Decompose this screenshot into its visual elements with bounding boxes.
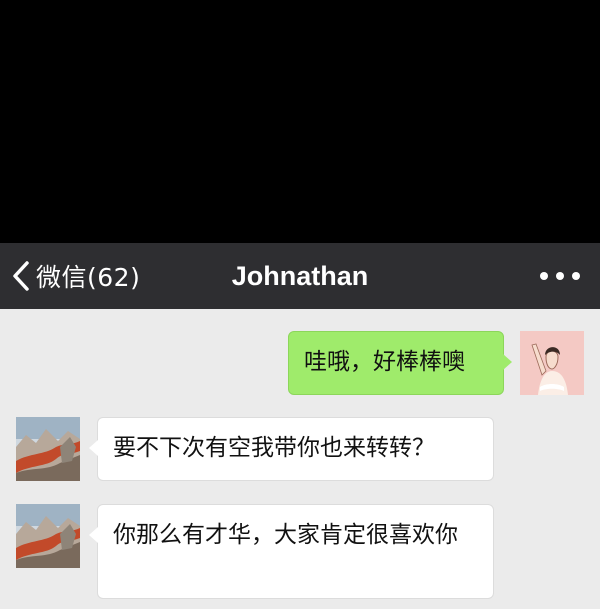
chevron-left-icon [10,259,32,293]
contact-message-bubble[interactable]: 要不下次有空我带你也来转转？ [89,417,494,481]
back-label: 微信(62) [36,263,141,292]
contact-avatar[interactable] [16,504,80,568]
back-button[interactable]: 微信(62) [10,243,140,309]
contact-message-bubble[interactable]: 你那么有才华，大家肯定很喜欢你 [89,504,494,599]
contact-avatar[interactable] [16,417,80,481]
chat-area[interactable]: 哇哦，好棒棒噢 要不下次有空我带你也来转转？ 你那么有才华，大家肯定很喜欢你 [0,309,600,609]
blank-top-area [0,0,600,243]
more-dots-icon[interactable] [540,266,580,286]
my-message-bubble[interactable]: 哇哦，好棒棒噢 [288,331,512,395]
my-avatar[interactable] [520,331,584,395]
navigation-bar: 微信(62) Johnathan [0,243,600,309]
